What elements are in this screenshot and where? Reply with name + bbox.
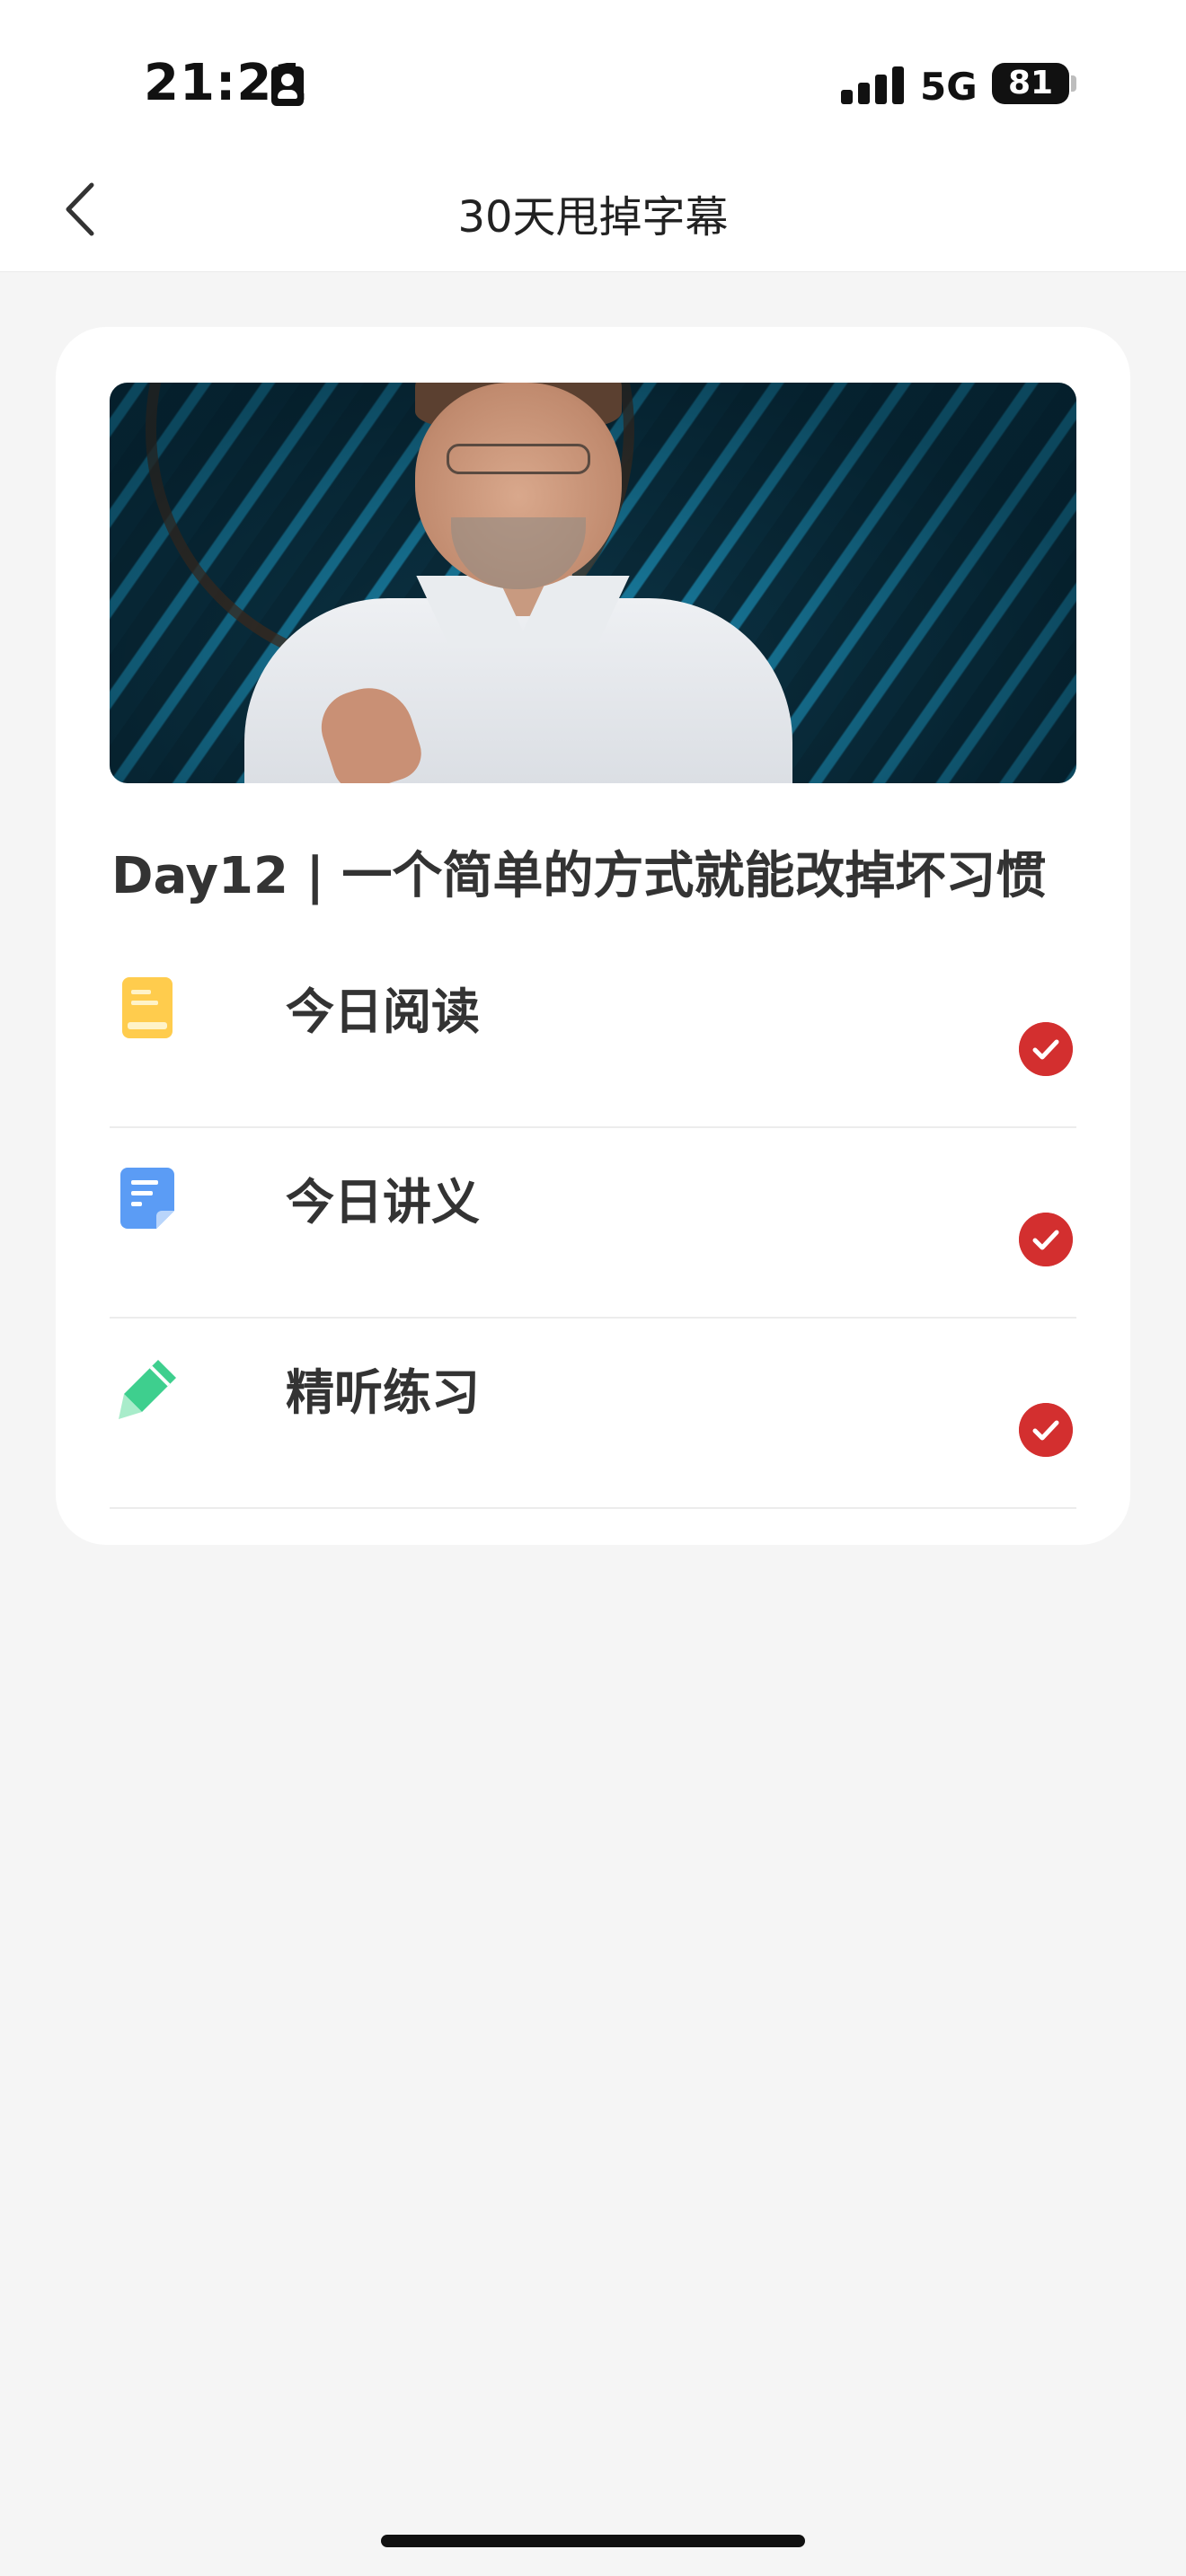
- speaker-glasses: [447, 444, 590, 474]
- task-label: 精听练习: [286, 1364, 480, 1421]
- video-thumbnail[interactable]: [110, 383, 1076, 783]
- task-item-handout[interactable]: 今日讲义: [110, 1128, 1076, 1319]
- lesson-card: Day12 | 一个简单的方式就能改掉坏习惯 今日阅读 今日讲义 精听练习: [56, 327, 1130, 1545]
- battery-icon: 81: [992, 63, 1069, 104]
- check-circle-icon: [1019, 1213, 1073, 1266]
- check-circle-icon: [1019, 1022, 1073, 1076]
- book-icon: [122, 977, 173, 1038]
- document-icon: [120, 1168, 174, 1229]
- lesson-title: Day12 | 一个简单的方式就能改掉坏习惯: [111, 847, 1047, 905]
- task-item-reading[interactable]: 今日阅读: [110, 938, 1076, 1128]
- pencil-icon: [119, 1360, 176, 1419]
- battery-cap: [1071, 75, 1076, 92]
- signal-strength-icon: [841, 65, 904, 104]
- check-circle-icon: [1019, 1403, 1073, 1457]
- home-indicator[interactable]: [381, 2535, 805, 2547]
- task-item-listening-practice[interactable]: 精听练习: [110, 1319, 1076, 1509]
- task-label: 今日阅读: [286, 984, 480, 1040]
- header: 21:21 5G 81 30天甩掉字幕: [0, 0, 1186, 271]
- battery-level: 81: [1007, 65, 1054, 101]
- task-list: 今日阅读 今日讲义 精听练习: [110, 938, 1076, 1509]
- page-title: 30天甩掉字幕: [457, 192, 729, 243]
- contact-card-icon: [271, 66, 304, 106]
- network-type: 5G: [920, 65, 978, 109]
- task-label: 今日讲义: [286, 1174, 480, 1231]
